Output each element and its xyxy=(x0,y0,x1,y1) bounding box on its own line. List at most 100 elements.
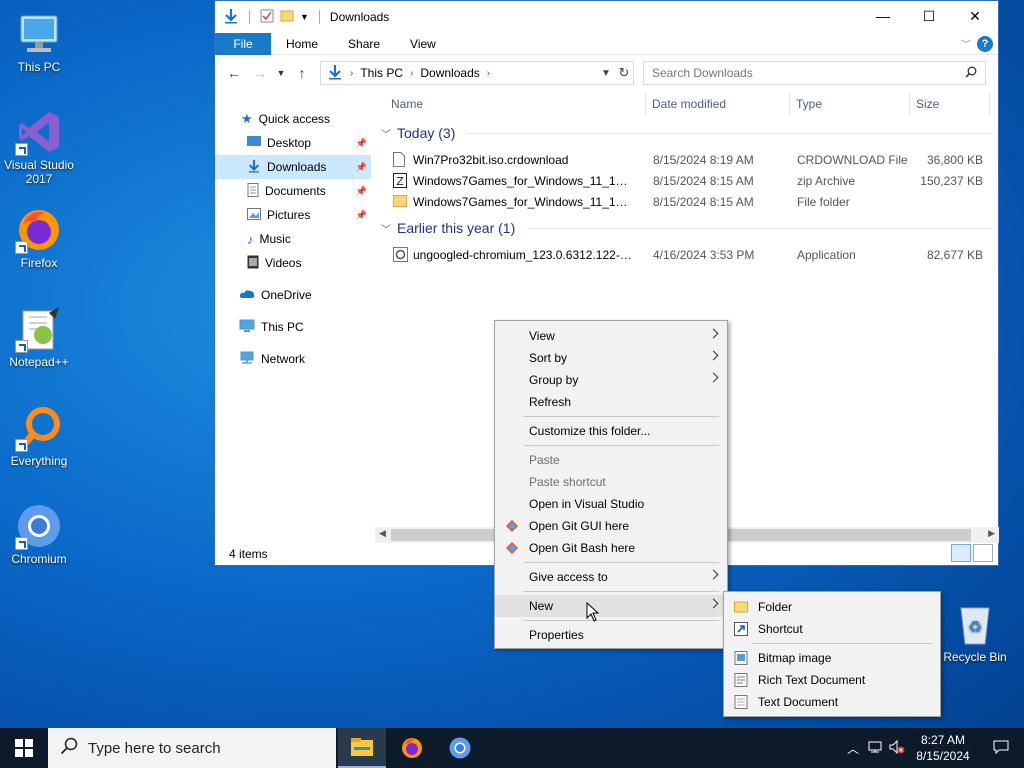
group-header-today[interactable]: ﹀ Today (3) xyxy=(381,125,991,141)
nav-documents[interactable]: Documents 📌 xyxy=(215,179,371,203)
breadcrumb-downloads[interactable]: Downloads xyxy=(420,66,479,80)
volume-muted-icon[interactable] xyxy=(886,739,908,757)
address-history-chevron-icon[interactable]: ▼ xyxy=(597,68,615,79)
address-bar[interactable]: › This PC › Downloads › ▼ ↻ xyxy=(320,61,634,85)
breadcrumb-chevron-icon[interactable]: › xyxy=(410,68,413,79)
nav-videos[interactable]: Videos xyxy=(215,251,371,275)
tab-view[interactable]: View xyxy=(395,33,451,55)
column-separator[interactable] xyxy=(645,93,646,115)
menu-item-open-git-gui[interactable]: Open Git GUI here xyxy=(495,515,727,537)
close-button[interactable]: ✕ xyxy=(952,1,998,31)
scroll-right-arrow-icon[interactable]: ▶ xyxy=(988,528,995,539)
notification-center-icon[interactable] xyxy=(978,740,1024,757)
submenu-chevron-icon xyxy=(708,569,719,580)
breadcrumb-chevron-icon[interactable]: › xyxy=(350,68,353,79)
customize-toolbar-chevron-icon[interactable]: ▼ xyxy=(300,12,309,22)
nav-music[interactable]: ♪ Music xyxy=(215,227,371,251)
table-row[interactable]: Windows7Games_for_Windows_11_10_8 8/15/2… xyxy=(391,192,991,213)
menu-item-refresh[interactable]: Refresh xyxy=(495,391,727,413)
tab-home[interactable]: Home xyxy=(271,33,333,55)
forward-arrow-icon[interactable]: → xyxy=(247,65,273,81)
properties-checkbox-icon[interactable] xyxy=(260,9,274,26)
desktop-icon-firefox[interactable]: Firefox xyxy=(1,206,77,270)
up-arrow-icon[interactable]: ↑ xyxy=(289,65,315,81)
taskbar-firefox[interactable] xyxy=(388,728,436,768)
collapse-chevron-icon[interactable]: ﹀ xyxy=(381,221,391,236)
desktop-icon-notepadpp[interactable]: Notepad++ xyxy=(1,305,77,369)
menu-item-open-in-visual-studio[interactable]: Open in Visual Studio xyxy=(495,493,727,515)
network-status-icon[interactable] xyxy=(864,741,886,756)
menu-item-properties[interactable]: Properties xyxy=(495,624,727,646)
submenu-item-text-document[interactable]: Text Document xyxy=(724,691,940,713)
maximize-button[interactable]: ☐ xyxy=(906,1,952,31)
table-row[interactable]: ungoogled-chromium_123.0.6312.122-1.... … xyxy=(391,245,991,266)
pin-icon[interactable]: 📌 xyxy=(356,138,367,149)
tray-overflow-chevron-icon[interactable]: ︿ xyxy=(842,740,864,757)
file-type: zip Archive xyxy=(797,174,856,188)
desktop-icon-everything[interactable]: Everything xyxy=(1,404,77,468)
nav-onedrive[interactable]: OneDrive xyxy=(215,283,371,307)
refresh-icon[interactable]: ↻ xyxy=(615,65,633,81)
nav-network[interactable]: Network xyxy=(215,347,371,371)
search-input[interactable]: Search Downloads xyxy=(643,61,986,85)
submenu-item-shortcut[interactable]: Shortcut xyxy=(724,618,940,640)
column-separator[interactable] xyxy=(989,93,990,115)
menu-item-customize-folder[interactable]: Customize this folder... xyxy=(495,420,727,442)
recent-locations-chevron-icon[interactable]: ▼ xyxy=(273,68,289,78)
tab-file[interactable]: File xyxy=(215,32,271,55)
menu-item-new[interactable]: New xyxy=(495,595,727,617)
column-header-name[interactable]: Name xyxy=(391,97,423,111)
desktop-icon-this-pc[interactable]: This PC xyxy=(1,10,77,74)
table-row[interactable]: Z Windows7Games_for_Windows_11_10_8 8/15… xyxy=(391,171,991,192)
table-row[interactable]: Win7Pro32bit.iso.crdownload 8/15/2024 8:… xyxy=(391,150,991,171)
column-header-type[interactable]: Type xyxy=(796,97,822,111)
start-button[interactable] xyxy=(0,728,48,768)
column-header-size[interactable]: Size xyxy=(916,97,939,111)
tab-share[interactable]: Share xyxy=(333,33,395,55)
submenu-item-bitmap-image[interactable]: Bitmap image xyxy=(724,647,940,669)
file-type: File folder xyxy=(797,195,850,209)
new-folder-icon[interactable] xyxy=(280,9,294,26)
clock[interactable]: 8:27 AM 8/15/2024 xyxy=(908,732,978,764)
file-name: ungoogled-chromium_123.0.6312.122-1.... xyxy=(413,248,633,262)
file-date: 8/15/2024 8:15 AM xyxy=(653,195,754,209)
nav-desktop[interactable]: Desktop 📌 xyxy=(215,131,371,155)
large-icons-view-button[interactable] xyxy=(973,544,993,562)
nav-pictures[interactable]: Pictures 📌 xyxy=(215,203,371,227)
minimize-button[interactable]: — xyxy=(860,1,906,31)
desktop-icon-visual-studio[interactable]: Visual Studio 2017 xyxy=(1,108,77,186)
menu-item-view[interactable]: View xyxy=(495,325,727,347)
breadcrumb-this-pc[interactable]: This PC xyxy=(360,66,403,80)
taskbar-chromium[interactable] xyxy=(436,728,484,768)
desktop-icon-chromium[interactable]: Chromium xyxy=(1,502,77,566)
pin-icon[interactable]: 📌 xyxy=(356,210,367,221)
title-bar[interactable]: ▼ Downloads — ☐ ✕ xyxy=(215,1,998,33)
context-menu: View Sort by Group by Refresh Customize … xyxy=(494,320,728,649)
taskbar-file-explorer[interactable] xyxy=(338,728,386,768)
visual-studio-icon xyxy=(15,108,63,156)
nav-downloads[interactable]: Downloads 📌 xyxy=(215,155,371,179)
menu-item-group-by[interactable]: Group by xyxy=(495,369,727,391)
details-view-button[interactable] xyxy=(951,544,971,562)
nav-this-pc[interactable]: This PC xyxy=(215,315,371,339)
submenu-item-rich-text-document[interactable]: Rich Text Document xyxy=(724,669,940,691)
column-header-date-modified[interactable]: Date modified xyxy=(652,97,726,111)
column-separator[interactable] xyxy=(909,93,910,115)
scroll-left-arrow-icon[interactable]: ◀ xyxy=(379,528,386,539)
menu-item-sort-by[interactable]: Sort by xyxy=(495,347,727,369)
nav-quick-access[interactable]: ★ Quick access xyxy=(215,107,371,131)
menu-item-open-git-bash[interactable]: Open Git Bash here xyxy=(495,537,727,559)
desktop-icon-recycle-bin[interactable]: ♻ Recycle Bin xyxy=(937,600,1013,664)
help-button[interactable]: ? xyxy=(977,36,993,52)
pin-icon[interactable]: 📌 xyxy=(356,162,367,173)
group-header-earlier-this-year[interactable]: ﹀ Earlier this year (1) xyxy=(381,220,991,236)
taskbar-search-box[interactable]: Type here to search xyxy=(48,728,336,768)
breadcrumb-chevron-icon[interactable]: › xyxy=(487,68,490,79)
expand-ribbon-chevron-icon[interactable]: ﹀ xyxy=(961,36,971,51)
menu-item-give-access-to[interactable]: Give access to xyxy=(495,566,727,588)
back-arrow-icon[interactable]: ← xyxy=(221,65,247,81)
collapse-chevron-icon[interactable]: ﹀ xyxy=(381,126,391,141)
submenu-item-folder[interactable]: Folder xyxy=(724,596,940,618)
pin-icon[interactable]: 📌 xyxy=(356,186,367,197)
column-separator[interactable] xyxy=(789,93,790,115)
